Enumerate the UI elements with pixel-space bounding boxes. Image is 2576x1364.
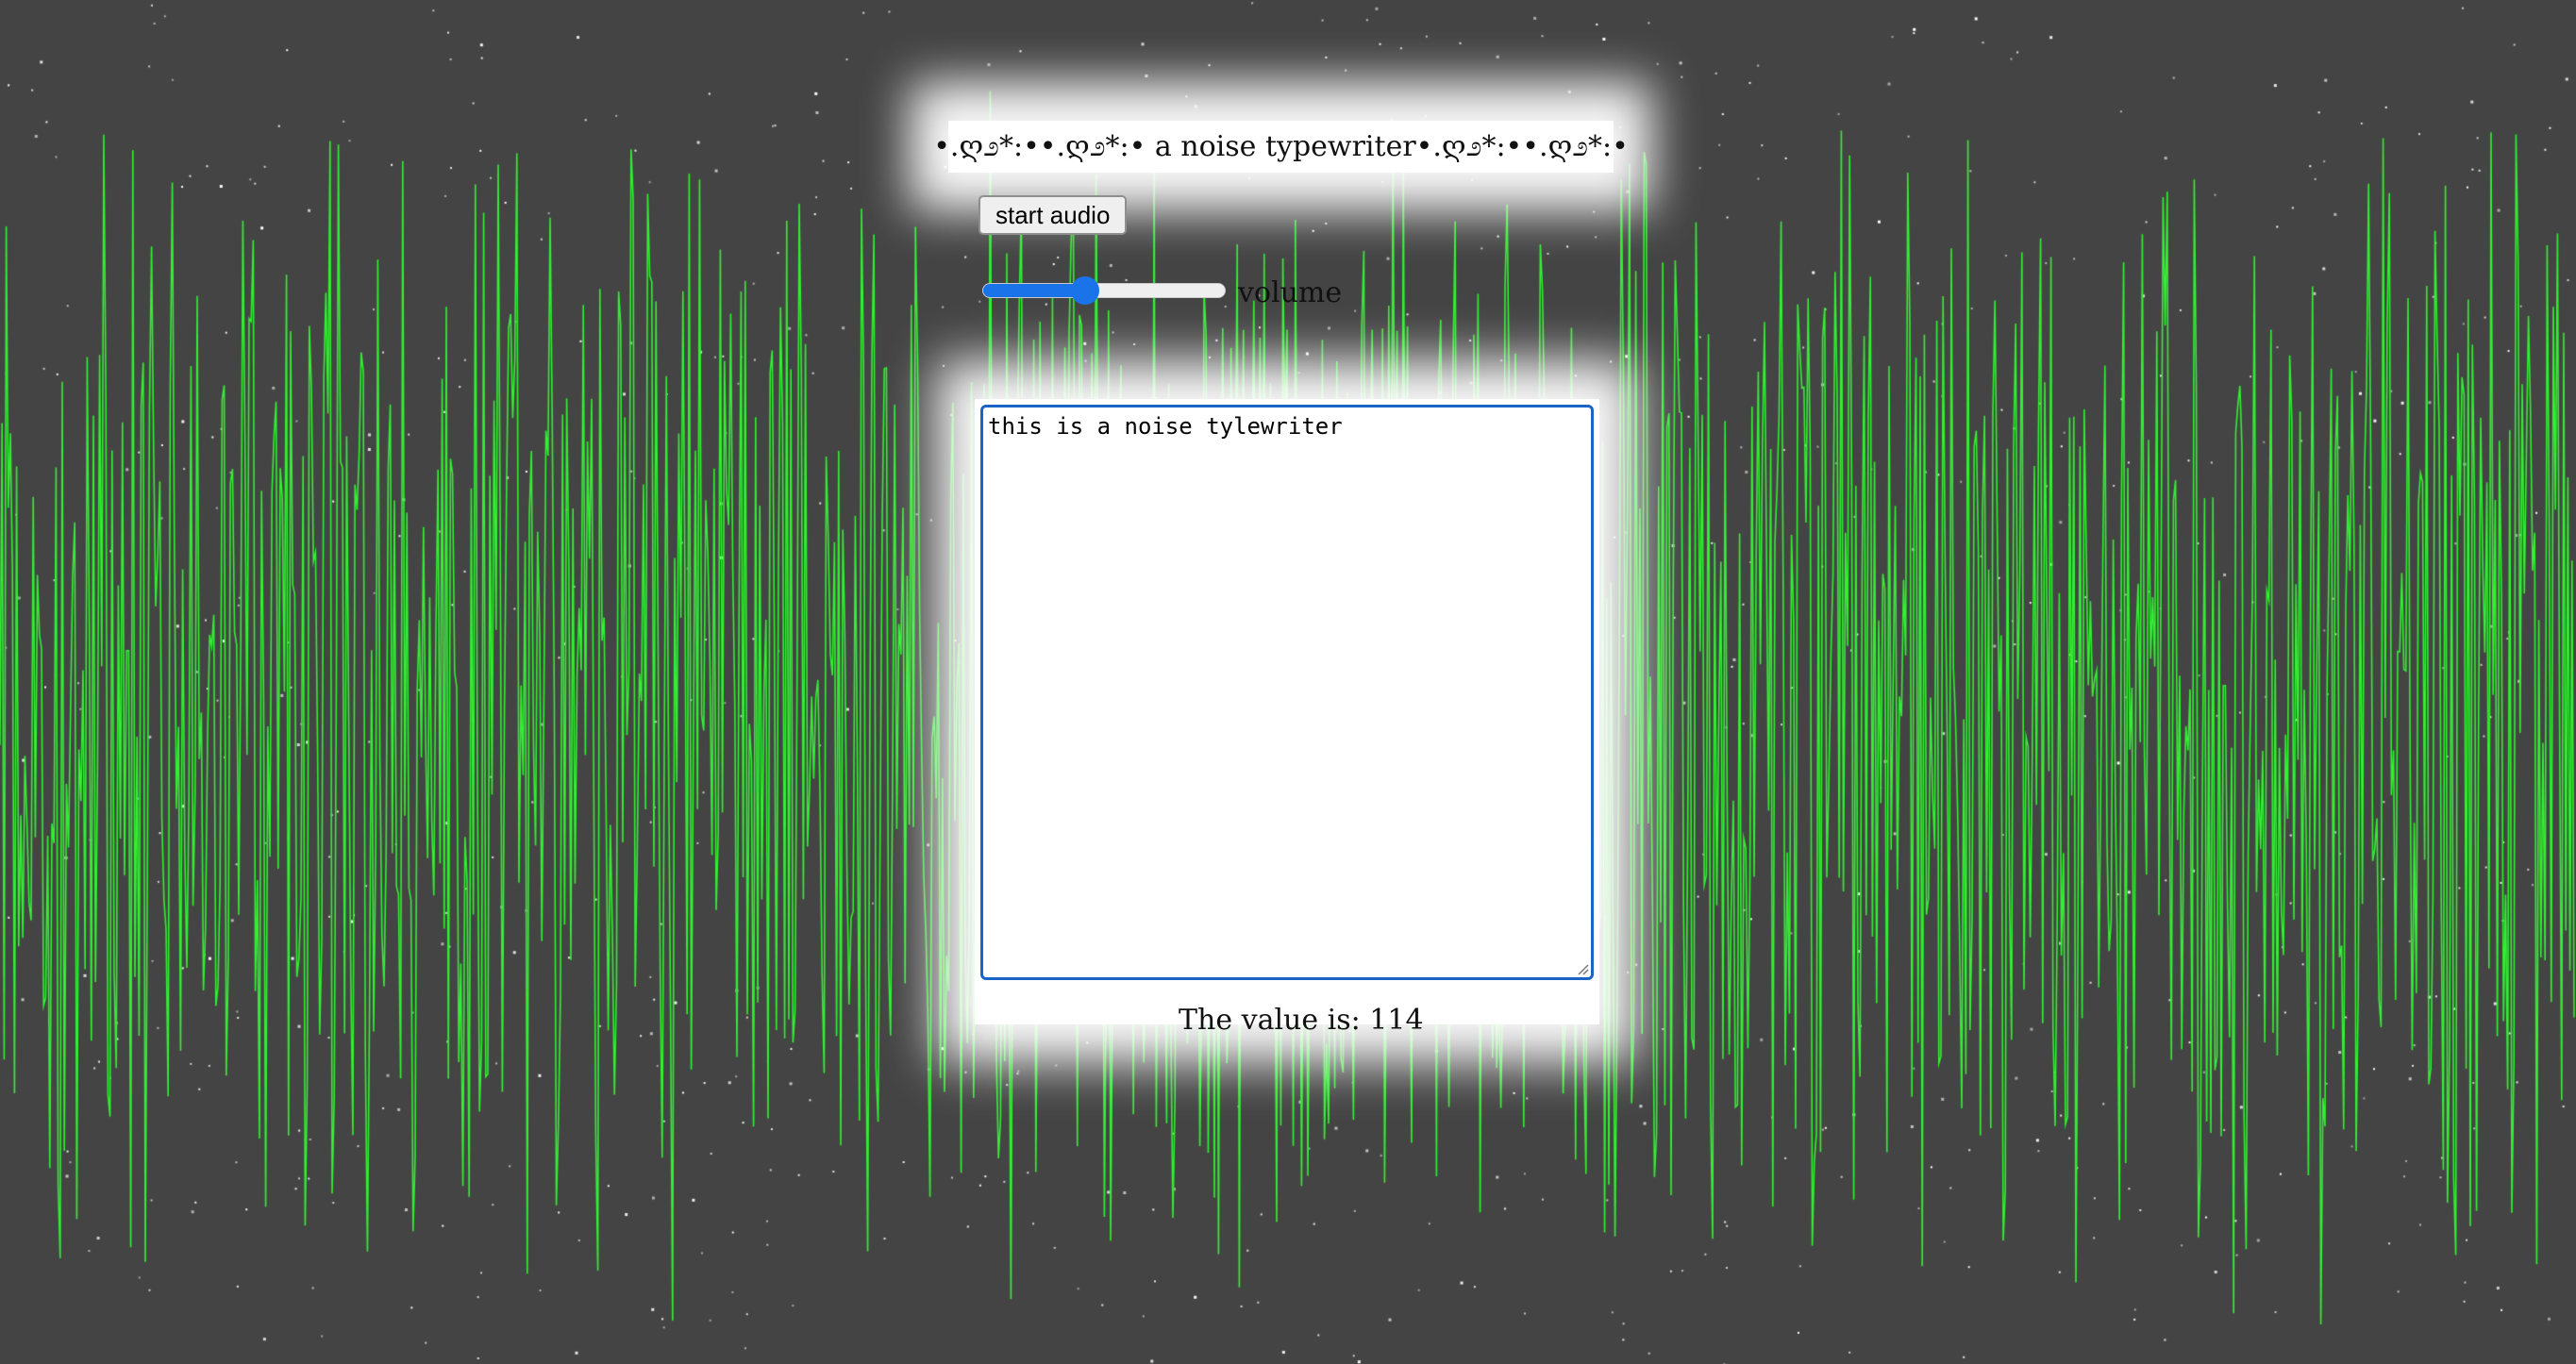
resize-grip-icon[interactable] bbox=[1576, 962, 1589, 975]
page-title: •.ღ೨*:••.ღ೨*:• a noise typewriter•.ღ೨*:•… bbox=[933, 130, 1629, 163]
volume-slider[interactable] bbox=[982, 276, 1226, 305]
start-audio-button[interactable]: start audio bbox=[979, 195, 1128, 235]
volume-slider-thumb[interactable] bbox=[1070, 276, 1099, 305]
volume-label: volume bbox=[1238, 276, 1343, 309]
value-readout: The value is: 114 bbox=[1179, 1004, 1424, 1037]
volume-slider-fill bbox=[983, 284, 1085, 297]
typewriter-textarea[interactable] bbox=[980, 405, 1594, 980]
page: •.ღ೨*:••.ღ೨*:• a noise typewriter•.ღ೨*:•… bbox=[0, 0, 2576, 1364]
